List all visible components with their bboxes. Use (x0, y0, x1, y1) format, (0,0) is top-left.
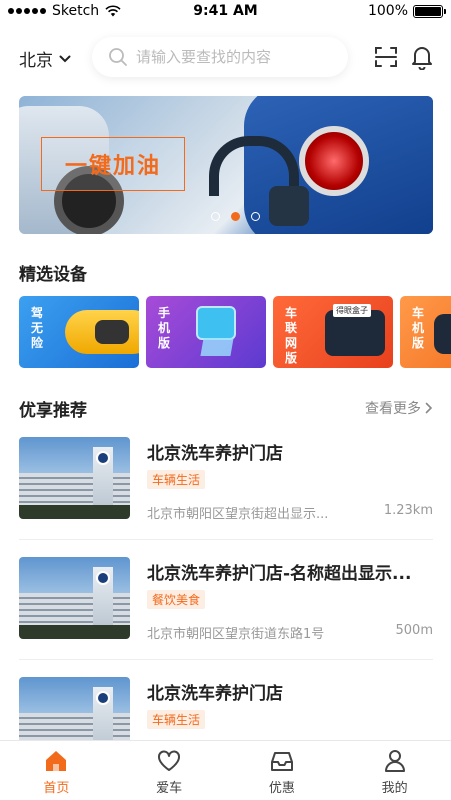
carousel-dot[interactable] (251, 212, 260, 221)
tab-car[interactable]: 爱车 (113, 741, 226, 800)
store-thumbnail (19, 557, 130, 639)
device-card[interactable]: 驾无险 (19, 296, 139, 368)
status-bar: Sketch 9:41 AM 100% (0, 0, 451, 24)
heart-icon (158, 750, 181, 771)
store-thumbnail (19, 437, 130, 519)
store-distance: 500m (395, 623, 433, 638)
tab-label: 首页 (43, 781, 70, 796)
devices-section-title: 精选设备 (19, 265, 87, 285)
device-card[interactable]: 车联网版 得眼盒子 (273, 296, 393, 368)
tab-offers[interactable]: 优惠 (226, 741, 339, 800)
recommend-section-title: 优享推荐 (19, 401, 87, 421)
tab-home[interactable]: 首页 (0, 741, 113, 800)
device-card[interactable]: 车机版 (400, 296, 451, 368)
list-item[interactable]: 北京洗车养护门店 车辆生活 (19, 677, 433, 740)
divider (19, 659, 433, 660)
search-icon (109, 48, 127, 66)
chevron-down-icon (59, 55, 71, 62)
device-label: 车联网版 (285, 306, 298, 365)
scan-icon[interactable] (373, 44, 399, 70)
device-badge: 得眼盒子 (333, 304, 371, 317)
header: 北京 (0, 34, 451, 82)
bell-icon[interactable] (409, 44, 435, 70)
tab-profile[interactable]: 我的 (338, 741, 451, 800)
chevron-right-icon (425, 402, 433, 414)
see-more-label: 查看更多 (365, 401, 421, 417)
battery-icon (413, 4, 446, 18)
store-name: 北京洗车养护门店-名称超出显示... (147, 564, 412, 584)
user-icon (384, 750, 405, 772)
battery-percent: 100% (367, 3, 408, 19)
home-icon (46, 751, 67, 771)
phone-image (196, 306, 236, 340)
store-name: 北京洗车养护门店 (147, 684, 283, 704)
store-distance: 1.23km (383, 503, 433, 518)
carousel-dot[interactable] (211, 212, 220, 221)
carousel-indicators[interactable] (211, 212, 260, 221)
device-label: 车机版 (412, 306, 425, 350)
store-address: 北京市朝阳区望京街道东路1号 (147, 627, 325, 642)
car-image (65, 310, 139, 354)
device-label: 手机版 (158, 306, 171, 350)
city-selector[interactable]: 北京 (19, 46, 71, 71)
city-label: 北京 (19, 51, 53, 71)
devices-list: 驾无险 手机版 车联网版 得眼盒子 车机版 (19, 296, 451, 368)
store-address: 北京市朝阳区望京街超出显示... (147, 507, 329, 522)
device-image (434, 314, 451, 354)
inbox-icon (270, 752, 293, 771)
category-tag: 餐饮美食 (147, 590, 206, 609)
category-tag: 车辆生活 (147, 470, 206, 489)
tab-bar: 首页 爱车 优惠 我的 (0, 740, 451, 800)
list-item[interactable]: 北京洗车养护门店-名称超出显示... 餐饮美食 北京市朝阳区望京街道东路1号 5… (19, 557, 433, 653)
banner-title: 一键加油 (41, 137, 185, 191)
store-name: 北京洗车养护门店 (147, 444, 283, 464)
search-input[interactable] (136, 48, 336, 66)
device-card[interactable]: 手机版 (146, 296, 266, 368)
tab-label: 我的 (381, 781, 408, 796)
device-label: 驾无险 (31, 306, 44, 350)
list-item[interactable]: 北京洗车养护门店 车辆生活 北京市朝阳区望京街超出显示... 1.23km (19, 437, 433, 533)
promo-banner[interactable]: 一键加油 (19, 96, 433, 234)
store-thumbnail (19, 677, 130, 740)
see-more-link[interactable]: 查看更多 (365, 398, 433, 418)
tab-label: 爱车 (156, 781, 183, 796)
category-tag: 车辆生活 (147, 710, 206, 729)
divider (19, 539, 433, 540)
carousel-dot-active[interactable] (231, 212, 240, 221)
tab-label: 优惠 (268, 781, 295, 796)
search-bar[interactable] (92, 37, 348, 77)
